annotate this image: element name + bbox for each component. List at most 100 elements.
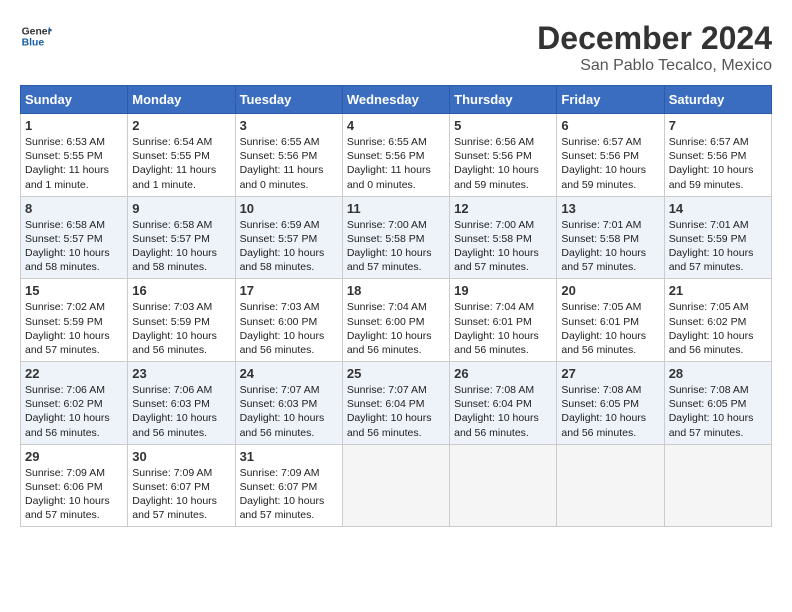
day-number: 14 [669, 201, 767, 216]
day-info: Sunrise: 7:01 AM Sunset: 5:59 PM Dayligh… [669, 219, 754, 274]
day-info: Sunrise: 7:08 AM Sunset: 6:05 PM Dayligh… [561, 384, 646, 439]
calendar-header-friday: Friday [557, 86, 664, 114]
calendar-day-cell: 16 Sunrise: 7:03 AM Sunset: 5:59 PM Dayli… [128, 279, 235, 362]
day-info: Sunrise: 7:08 AM Sunset: 6:04 PM Dayligh… [454, 384, 539, 439]
day-info: Sunrise: 6:54 AM Sunset: 5:55 PM Dayligh… [132, 136, 216, 191]
calendar-week-row: 29 Sunrise: 7:09 AM Sunset: 6:06 PM Dayli… [21, 444, 772, 527]
calendar-header-sunday: Sunday [21, 86, 128, 114]
day-number: 9 [132, 201, 230, 216]
calendar-day-cell: 8 Sunrise: 6:58 AM Sunset: 5:57 PM Daylig… [21, 196, 128, 279]
calendar-day-cell: 18 Sunrise: 7:04 AM Sunset: 6:00 PM Dayli… [342, 279, 449, 362]
day-number: 10 [240, 201, 338, 216]
day-number: 21 [669, 283, 767, 298]
svg-text:Blue: Blue [22, 38, 45, 49]
calendar-day-cell: 10 Sunrise: 6:59 AM Sunset: 5:57 PM Dayli… [235, 196, 342, 279]
day-number: 4 [347, 118, 445, 133]
calendar-day-cell: 7Sunrise: 6:57 AM Sunset: 5:56 PM Daylig… [664, 114, 771, 197]
calendar-header-row: SundayMondayTuesdayWednesdayThursdayFrid… [21, 86, 772, 114]
day-info: Sunrise: 7:07 AM Sunset: 6:04 PM Dayligh… [347, 384, 432, 439]
day-number: 8 [25, 201, 123, 216]
day-info: Sunrise: 7:09 AM Sunset: 6:07 PM Dayligh… [240, 467, 325, 522]
calendar-day-cell: 17Sunrise: 7:03 AM Sunset: 6:00 PM Dayli… [235, 279, 342, 362]
day-info: Sunrise: 7:02 AM Sunset: 5:59 PM Dayligh… [25, 301, 110, 356]
day-info: Sunrise: 7:09 AM Sunset: 6:07 PM Dayligh… [132, 467, 217, 522]
day-number: 15 [25, 283, 123, 298]
calendar-day-cell: 4Sunrise: 6:55 AM Sunset: 5:56 PM Daylig… [342, 114, 449, 197]
calendar-day-cell: 9 Sunrise: 6:58 AM Sunset: 5:57 PM Daylig… [128, 196, 235, 279]
calendar-day-cell [450, 444, 557, 527]
calendar-day-cell: 20 Sunrise: 7:05 AM Sunset: 6:01 PM Dayli… [557, 279, 664, 362]
day-number: 22 [25, 366, 123, 381]
day-info: Sunrise: 6:58 AM Sunset: 5:57 PM Dayligh… [132, 219, 217, 274]
calendar-header-saturday: Saturday [664, 86, 771, 114]
calendar-week-row: 1 Sunrise: 6:53 AM Sunset: 5:55 PM Daylig… [21, 114, 772, 197]
day-number: 29 [25, 449, 123, 464]
calendar-day-cell: 6 Sunrise: 6:57 AM Sunset: 5:56 PM Daylig… [557, 114, 664, 197]
title-area: December 2024 San Pablo Tecalco, Mexico [537, 20, 772, 75]
day-number: 2 [132, 118, 230, 133]
page-subtitle: San Pablo Tecalco, Mexico [537, 57, 772, 75]
calendar-table: SundayMondayTuesdayWednesdayThursdayFrid… [20, 85, 772, 527]
calendar-header-thursday: Thursday [450, 86, 557, 114]
day-number: 18 [347, 283, 445, 298]
calendar-header-monday: Monday [128, 86, 235, 114]
day-number: 23 [132, 366, 230, 381]
calendar-day-cell: 31 Sunrise: 7:09 AM Sunset: 6:07 PM Dayli… [235, 444, 342, 527]
day-number: 16 [132, 283, 230, 298]
day-number: 1 [25, 118, 123, 133]
day-number: 5 [454, 118, 552, 133]
day-number: 26 [454, 366, 552, 381]
calendar-day-cell: 30Sunrise: 7:09 AM Sunset: 6:07 PM Dayli… [128, 444, 235, 527]
day-number: 13 [561, 201, 659, 216]
logo-icon: General Blue [20, 20, 52, 52]
calendar-day-cell [342, 444, 449, 527]
day-info: Sunrise: 6:53 AM Sunset: 5:55 PM Dayligh… [25, 136, 109, 191]
calendar-day-cell: 22 Sunrise: 7:06 AM Sunset: 6:02 PM Dayli… [21, 362, 128, 445]
header: General Blue December 2024 San Pablo Tec… [20, 20, 772, 75]
day-number: 3 [240, 118, 338, 133]
day-info: Sunrise: 6:59 AM Sunset: 5:57 PM Dayligh… [240, 219, 325, 274]
calendar-day-cell: 12Sunrise: 7:00 AM Sunset: 5:58 PM Dayli… [450, 196, 557, 279]
day-number: 24 [240, 366, 338, 381]
svg-text:General: General [22, 26, 52, 37]
calendar-day-cell: 2 Sunrise: 6:54 AM Sunset: 5:55 PM Daylig… [128, 114, 235, 197]
day-info: Sunrise: 7:00 AM Sunset: 5:58 PM Dayligh… [347, 219, 432, 274]
day-info: Sunrise: 6:58 AM Sunset: 5:57 PM Dayligh… [25, 219, 110, 274]
day-info: Sunrise: 7:06 AM Sunset: 6:02 PM Dayligh… [25, 384, 110, 439]
day-info: Sunrise: 7:08 AM Sunset: 6:05 PM Dayligh… [669, 384, 754, 439]
calendar-day-cell: 15 Sunrise: 7:02 AM Sunset: 5:59 PM Dayli… [21, 279, 128, 362]
day-info: Sunrise: 7:07 AM Sunset: 6:03 PM Dayligh… [240, 384, 325, 439]
calendar-week-row: 22 Sunrise: 7:06 AM Sunset: 6:02 PM Dayli… [21, 362, 772, 445]
logo: General Blue [20, 20, 52, 52]
day-info: Sunrise: 6:57 AM Sunset: 5:56 PM Dayligh… [561, 136, 646, 191]
day-info: Sunrise: 7:05 AM Sunset: 6:01 PM Dayligh… [561, 301, 646, 356]
day-info: Sunrise: 7:01 AM Sunset: 5:58 PM Dayligh… [561, 219, 646, 274]
day-info: Sunrise: 7:04 AM Sunset: 6:01 PM Dayligh… [454, 301, 539, 356]
day-info: Sunrise: 7:09 AM Sunset: 6:06 PM Dayligh… [25, 467, 110, 522]
day-number: 31 [240, 449, 338, 464]
day-number: 28 [669, 366, 767, 381]
calendar-header-tuesday: Tuesday [235, 86, 342, 114]
calendar-week-row: 15 Sunrise: 7:02 AM Sunset: 5:59 PM Dayli… [21, 279, 772, 362]
day-info: Sunrise: 7:04 AM Sunset: 6:00 PM Dayligh… [347, 301, 432, 356]
calendar-week-row: 8 Sunrise: 6:58 AM Sunset: 5:57 PM Daylig… [21, 196, 772, 279]
calendar-day-cell [557, 444, 664, 527]
day-info: Sunrise: 6:56 AM Sunset: 5:56 PM Dayligh… [454, 136, 539, 191]
calendar-day-cell: 13 Sunrise: 7:01 AM Sunset: 5:58 PM Dayli… [557, 196, 664, 279]
calendar-day-cell: 3Sunrise: 6:55 AM Sunset: 5:56 PM Daylig… [235, 114, 342, 197]
day-info: Sunrise: 6:57 AM Sunset: 5:56 PM Dayligh… [669, 136, 754, 191]
calendar-day-cell: 26 Sunrise: 7:08 AM Sunset: 6:04 PM Dayli… [450, 362, 557, 445]
calendar-day-cell: 14 Sunrise: 7:01 AM Sunset: 5:59 PM Dayli… [664, 196, 771, 279]
calendar-day-cell: 24 Sunrise: 7:07 AM Sunset: 6:03 PM Dayli… [235, 362, 342, 445]
day-number: 20 [561, 283, 659, 298]
day-number: 6 [561, 118, 659, 133]
day-number: 25 [347, 366, 445, 381]
day-number: 27 [561, 366, 659, 381]
calendar-day-cell: 27 Sunrise: 7:08 AM Sunset: 6:05 PM Dayli… [557, 362, 664, 445]
calendar-day-cell: 21Sunrise: 7:05 AM Sunset: 6:02 PM Dayli… [664, 279, 771, 362]
day-number: 11 [347, 201, 445, 216]
calendar-day-cell: 5 Sunrise: 6:56 AM Sunset: 5:56 PM Daylig… [450, 114, 557, 197]
day-info: Sunrise: 7:03 AM Sunset: 5:59 PM Dayligh… [132, 301, 217, 356]
calendar-day-cell: 29 Sunrise: 7:09 AM Sunset: 6:06 PM Dayli… [21, 444, 128, 527]
calendar-day-cell: 11 Sunrise: 7:00 AM Sunset: 5:58 PM Dayli… [342, 196, 449, 279]
